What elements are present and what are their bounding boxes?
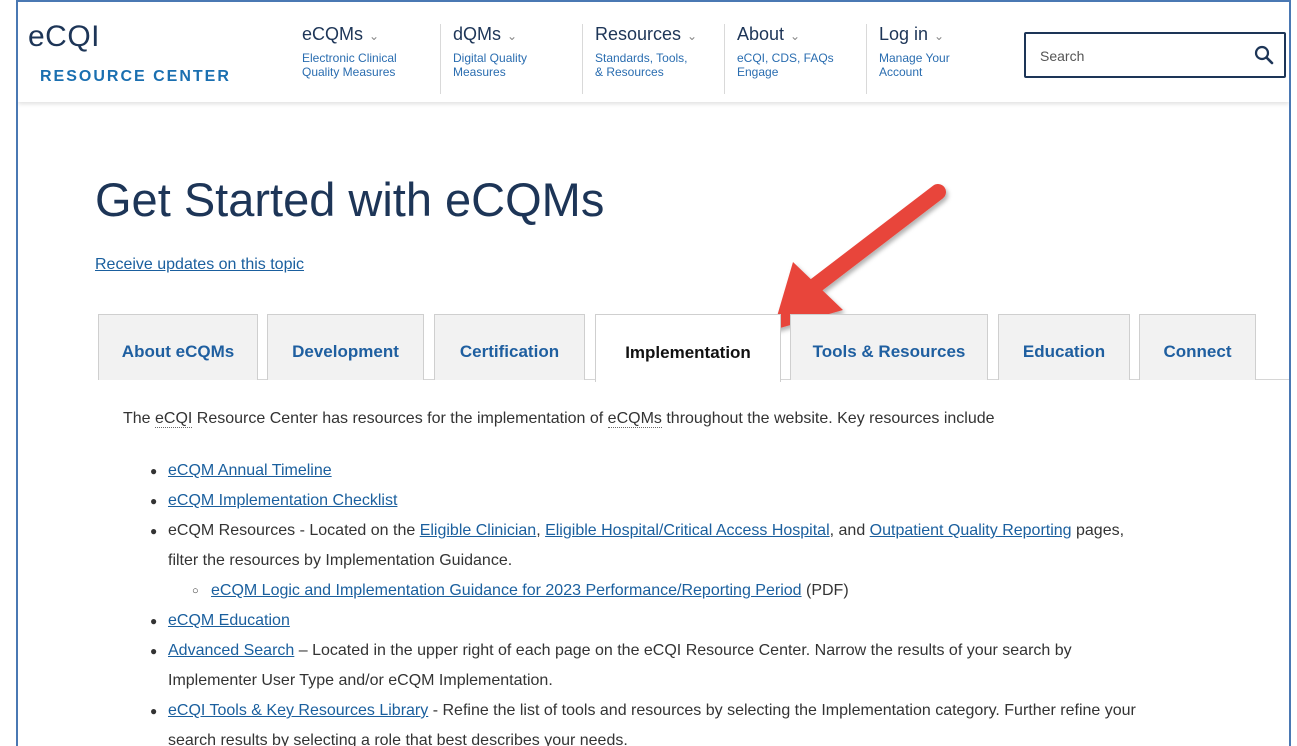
- site-header: eCQI RESOURCE CENTER eCQMs ⌄ Electronic C…: [18, 2, 1289, 102]
- comma-text: ,: [536, 522, 546, 539]
- page-title: Get Started with eCQMs: [95, 173, 605, 226]
- link-advanced-search[interactable]: Advanced Search: [168, 642, 294, 659]
- intro-text-1: The: [123, 410, 156, 427]
- tools-library-continuation: search results by selecting a role that …: [168, 732, 628, 746]
- bullet-icon: ●: [150, 644, 158, 658]
- resource-list: ● eCQM Annual Timeline ● eCQM Implementati…: [148, 456, 1136, 746]
- nav-resources-label: Resources: [595, 24, 682, 44]
- chevron-down-icon: ⌄: [507, 29, 518, 43]
- list-item: ● eCQI Tools & Key Resources Library - Re…: [148, 696, 1136, 726]
- advanced-search-continuation: Implementer User Type and/or eCQM Implem…: [168, 672, 553, 689]
- tab-connect[interactable]: Connect: [1139, 314, 1256, 380]
- advanced-search-text: – Located in the upper right of each pag…: [294, 642, 1072, 659]
- list-item: ● eCQM Education: [148, 606, 1136, 636]
- tab-tools-resources[interactable]: Tools & Resources: [790, 314, 988, 380]
- chevron-down-icon: ⌄: [369, 29, 380, 43]
- tab-education[interactable]: Education: [998, 314, 1130, 380]
- nav-resources[interactable]: Resources ⌄ Standards, Tools, & Resources: [582, 24, 722, 94]
- chevron-down-icon: ⌄: [790, 29, 801, 43]
- tab-certification[interactable]: Certification: [434, 314, 585, 380]
- nav-resources-sub: Standards, Tools, & Resources: [595, 51, 688, 79]
- tab-about-ecqms[interactable]: About eCQMs: [98, 314, 258, 380]
- link-logic-guidance-pdf[interactable]: eCQM Logic and Implementation Guidance f…: [211, 582, 802, 599]
- tab-development[interactable]: Development: [267, 314, 424, 380]
- list-item: ● Advanced Search – Located in the upper …: [148, 636, 1136, 666]
- sub-list-item: ○ eCQM Logic and Implementation Guidance …: [148, 576, 1136, 606]
- nav-dqms[interactable]: dQMs ⌄ Digital Quality Measures: [440, 24, 570, 94]
- nav-login-sub: Manage Your Account: [879, 51, 950, 79]
- nav-dqms-sub: Digital Quality Measures: [453, 51, 528, 79]
- nav-ecqms[interactable]: eCQMs ⌄ Electronic Clinical Quality Measu…: [290, 24, 420, 94]
- nav-login[interactable]: Log in ⌄ Manage Your Account: [866, 24, 996, 94]
- list-item: ● eCQM Implementation Checklist: [148, 486, 1136, 516]
- resources-prefix: eCQM Resources - Located on the: [168, 522, 420, 539]
- link-implementation-checklist[interactable]: eCQM Implementation Checklist: [168, 492, 397, 509]
- nav-ecqms-sub: Electronic Clinical Quality Measures: [302, 51, 397, 79]
- pages-text: pages,: [1071, 522, 1125, 539]
- nav-dqms-label: dQMs: [453, 24, 502, 44]
- abbr-ecqi: eCQI: [155, 410, 193, 428]
- link-annual-timeline[interactable]: eCQM Annual Timeline: [168, 462, 332, 479]
- nav-about[interactable]: About ⌄ eCQI, CDS, FAQs Engage: [724, 24, 864, 94]
- and-text: , and: [829, 522, 870, 539]
- tools-library-text: - Refine the list of tools and resources…: [428, 702, 1136, 719]
- page-frame: eCQI RESOURCE CENTER eCQMs ⌄ Electronic C…: [16, 0, 1291, 746]
- circle-bullet-icon: ○: [192, 585, 199, 597]
- nav-about-sub: eCQI, CDS, FAQs Engage: [737, 51, 834, 79]
- link-eligible-clinician[interactable]: Eligible Clinician: [420, 522, 537, 539]
- search-input[interactable]: [1038, 44, 1242, 68]
- link-ecqm-education[interactable]: eCQM Education: [168, 612, 290, 629]
- logo-ecqi[interactable]: eCQI: [28, 20, 100, 54]
- search-box: [1024, 32, 1286, 78]
- link-outpatient-quality-reporting[interactable]: Outpatient Quality Reporting: [870, 522, 1072, 539]
- link-eligible-hospital[interactable]: Eligible Hospital/Critical Access Hospit…: [545, 522, 830, 539]
- bullet-icon: ●: [150, 524, 158, 538]
- chevron-down-icon: ⌄: [687, 29, 698, 43]
- nav-about-label: About: [737, 24, 785, 44]
- bullet-icon: ●: [150, 614, 158, 628]
- nav-login-label: Log in: [879, 24, 929, 44]
- intro-text-3: throughout the website. Key resources in…: [661, 410, 995, 427]
- abbr-ecqms: eCQMs: [607, 410, 662, 428]
- tab-implementation[interactable]: Implementation: [595, 314, 781, 382]
- logo-resource-center[interactable]: RESOURCE CENTER: [40, 68, 231, 86]
- bullet-icon: ●: [150, 494, 158, 508]
- intro-paragraph: The eCQI Resource Center has resources f…: [123, 410, 995, 428]
- pdf-suffix: (PDF): [801, 582, 849, 599]
- receive-updates-link[interactable]: Receive updates on this topic: [95, 256, 304, 274]
- bullet-icon: ●: [150, 704, 158, 718]
- search-icon[interactable]: [1254, 45, 1274, 65]
- intro-text-2: Resource Center has resources for the im…: [192, 410, 608, 427]
- list-item: ● eCQM Annual Timeline: [148, 456, 1136, 486]
- list-item: ● eCQM Resources - Located on the Eligibl…: [148, 516, 1136, 546]
- chevron-down-icon: ⌄: [934, 29, 945, 43]
- resources-continuation: filter the resources by Implementation G…: [168, 552, 513, 569]
- bullet-icon: ●: [150, 464, 158, 478]
- nav-ecqms-label: eCQMs: [302, 24, 364, 44]
- link-tools-library[interactable]: eCQI Tools & Key Resources Library: [168, 702, 428, 719]
